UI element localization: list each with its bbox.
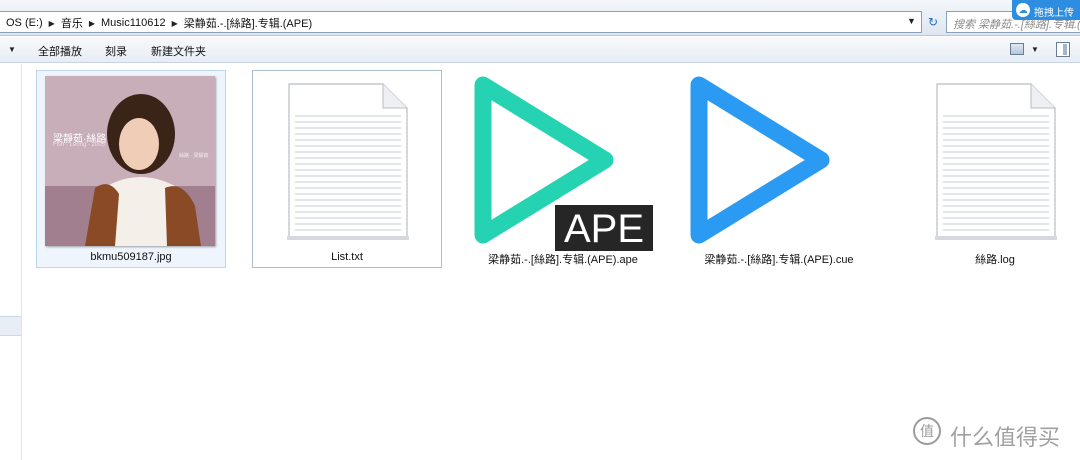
play-all-button[interactable]: 全部播放: [38, 43, 82, 59]
chevron-down-icon[interactable]: ▼: [1031, 45, 1039, 54]
file-item-jpg[interactable]: 梁靜茹·絲路 Fish · Leong · 2005 絲路 · 梁靜茹 bkmu…: [36, 70, 226, 268]
breadcrumb-album[interactable]: 梁静茹.-.[絲路].专辑.(APE): [180, 15, 316, 31]
breadcrumb-folder[interactable]: Music110612: [97, 17, 170, 29]
svg-text:值: 值: [920, 424, 934, 440]
album-cover-thumbnail: 梁靜茹·絲路 Fish · Leong · 2005 絲路 · 梁靜茹: [45, 76, 215, 246]
new-folder-button[interactable]: 新建文件夹: [151, 43, 206, 59]
breadcrumb-music[interactable]: 音乐: [57, 15, 87, 31]
command-toolbar: ▼ 全部播放 刻录 新建文件夹 ▼: [0, 37, 1080, 63]
file-name[interactable]: 梁静茹.-.[絲路].专辑.(APE).ape: [469, 251, 657, 267]
chevron-down-icon[interactable]: ▼: [907, 16, 916, 26]
navigation-pane[interactable]: [0, 64, 22, 460]
upload-label: 拖拽上传: [1034, 8, 1074, 19]
chevron-right-icon[interactable]: ▶: [87, 19, 97, 28]
burn-button[interactable]: 刻录: [105, 43, 127, 59]
change-view-icon[interactable]: [1010, 43, 1024, 55]
refresh-icon: ↻: [927, 15, 939, 29]
watermark-text: 什么值得买: [950, 426, 1061, 451]
cloud-icon: ☁: [1016, 3, 1030, 17]
refresh-button[interactable]: ↻: [924, 12, 942, 32]
cue-play-icon: [690, 76, 830, 244]
text-document-icon: [287, 83, 409, 240]
file-item-log[interactable]: 絲路.log: [900, 70, 1080, 268]
upload-button[interactable]: ☁ 拖拽上传: [1012, 0, 1080, 20]
chevron-right-icon[interactable]: ▶: [47, 19, 57, 28]
chevron-right-icon[interactable]: ▶: [170, 19, 180, 28]
breadcrumb-drive[interactable]: OS (E:): [2, 17, 47, 29]
cover-subtitle: Fish · Leong · 2005: [53, 142, 106, 148]
organize-dropdown-icon[interactable]: ▼: [8, 45, 16, 54]
file-name[interactable]: 絲路.log: [901, 251, 1080, 267]
file-name[interactable]: bkmu509187.jpg: [37, 251, 225, 263]
watermark-logo-icon: 值: [912, 416, 942, 446]
ape-badge-text: APE: [564, 207, 644, 251]
preview-pane-icon[interactable]: [1056, 42, 1070, 57]
file-item-cue[interactable]: 梁静茹.-.[絲路].专辑.(APE).cue: [684, 70, 874, 268]
cover-side-text: 絲路 · 梁靜茹: [179, 153, 209, 159]
file-item-txt[interactable]: List.txt: [252, 70, 442, 268]
file-item-ape[interactable]: APE 梁静茹.-.[絲路].专辑.(APE).ape: [468, 70, 658, 268]
breadcrumb[interactable]: OS (E:) ▶ 音乐 ▶ Music110612 ▶ 梁静茹.-.[絲路].…: [0, 11, 922, 33]
nav-selected-item[interactable]: [0, 316, 21, 336]
ape-play-icon: APE: [474, 76, 653, 251]
file-name[interactable]: List.txt: [253, 251, 441, 263]
portrait-image: [45, 76, 215, 246]
text-document-icon: [935, 83, 1057, 240]
file-name[interactable]: 梁静茹.-.[絲路].专辑.(APE).cue: [685, 251, 873, 267]
address-bar: OS (E:) ▶ 音乐 ▶ Music110612 ▶ 梁静茹.-.[絲路].…: [0, 0, 1080, 36]
